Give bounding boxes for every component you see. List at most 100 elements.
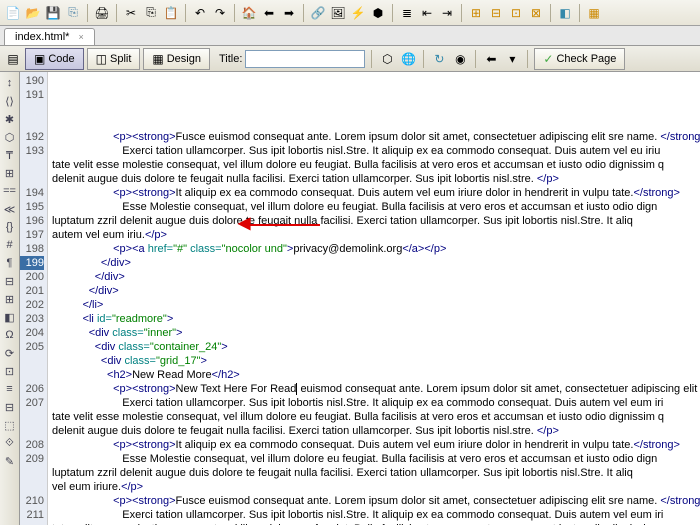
code-line[interactable]: <div class="inner"> <box>52 326 700 340</box>
main-area: ↕ ⟨⟩ ✱ ⬡ ₸ ⊞ == ≪ {} # ¶ ⊟ ⊞ ◧ Ω ⟳ ⊡ ≡ ⊟ ⬚ ⟐ ✎ 19019119219319… <box>0 72 700 525</box>
save-icon[interactable]: 💾 <box>44 4 62 22</box>
code-area[interactable]: ◀ <p><strong>Fusce euismod consequat ant… <box>48 72 700 525</box>
open-icon[interactable]: 📂 <box>24 4 42 22</box>
vtool-btn-20[interactable]: ⟐ <box>2 435 18 451</box>
code-line[interactable]: <p><strong>Fusce euismod consequat ante.… <box>52 494 700 508</box>
vtool-btn-6[interactable]: == <box>2 183 18 199</box>
code-line[interactable]: <p><strong>Fusce euismod consequat ante.… <box>52 130 700 144</box>
code-line[interactable]: delenit augue duis dolore te feugait nul… <box>52 172 700 186</box>
vtool-btn-0[interactable]: ↕ <box>2 75 18 91</box>
tab-label: index.html* <box>15 31 69 43</box>
vtool-btn-9[interactable]: # <box>2 237 18 253</box>
code-line[interactable]: <li id="readmore"> <box>52 312 700 326</box>
code-line[interactable]: luptatum zzril delenit augue duis dolore… <box>52 466 700 480</box>
code-line[interactable]: tate velit esse molestie consequat, vel … <box>52 410 700 424</box>
code-line[interactable]: <p><a href="#" class="nocolor und">priva… <box>52 242 700 256</box>
code-line[interactable]: Esse Molestie consequat, vel illum dolor… <box>52 200 700 214</box>
print-icon[interactable]: 🖨 <box>93 4 111 22</box>
vtool-btn-10[interactable]: ¶ <box>2 255 18 271</box>
img-icon[interactable]: 🖼 <box>329 4 347 22</box>
code-line[interactable]: autem vel eum iriu.</p> <box>52 228 700 242</box>
saveall-icon[interactable]: ⎘ <box>64 4 82 22</box>
css-icon[interactable]: ⬢ <box>369 4 387 22</box>
back-icon[interactable]: ⬅ <box>260 4 278 22</box>
paste-icon[interactable]: 📋 <box>162 4 180 22</box>
undo-icon[interactable]: ↶ <box>191 4 209 22</box>
code-line[interactable]: </li> <box>52 298 700 312</box>
code-line[interactable]: vel eum iriure.</p> <box>52 480 700 494</box>
tbl2-icon[interactable]: ⊟ <box>487 4 505 22</box>
globe-icon[interactable]: 🌐 <box>399 50 417 68</box>
vtool-btn-18[interactable]: ⊟ <box>2 399 18 415</box>
vtool-btn-14[interactable]: Ω <box>2 327 18 343</box>
vtool-btn-3[interactable]: ⬡ <box>2 129 18 145</box>
vtool-btn-2[interactable]: ✱ <box>2 111 18 127</box>
tbl4-icon[interactable]: ⊠ <box>527 4 545 22</box>
cssdoc-icon[interactable]: ⬡ <box>378 50 396 68</box>
fwd-icon[interactable]: ➡ <box>280 4 298 22</box>
close-icon[interactable]: × <box>78 32 83 42</box>
vtool-btn-7[interactable]: ≪ <box>2 201 18 217</box>
code-line[interactable]: </div> <box>52 256 700 270</box>
code-line[interactable]: Exerci tation ullamcorper. Sus ipit lobo… <box>52 508 700 522</box>
view-icon[interactable]: ◉ <box>451 50 469 68</box>
file-icon[interactable]: ▤ <box>4 50 22 68</box>
design-view-button[interactable]: ▦Design <box>143 48 210 70</box>
vtool-btn-15[interactable]: ⟳ <box>2 345 18 361</box>
code-line[interactable]: Exerci tation ullamcorper. Sus ipit lobo… <box>52 144 700 158</box>
separator <box>303 4 304 22</box>
code-line[interactable]: <h2>New Read More</h2> <box>52 368 700 382</box>
home-icon[interactable]: 🏠 <box>240 4 258 22</box>
title-input[interactable] <box>245 50 365 68</box>
code-line[interactable]: tate velit esse molestie consequat, vel … <box>52 158 700 172</box>
link-icon[interactable]: 🔗 <box>309 4 327 22</box>
file-tabbar: index.html* × <box>0 26 700 46</box>
cut-icon[interactable]: ✂ <box>122 4 140 22</box>
separator <box>371 50 372 68</box>
code-line[interactable]: <p><strong>It aliquip ex ea commodo cons… <box>52 438 700 452</box>
nav-icon[interactable]: ⬅ <box>482 50 500 68</box>
outdent-icon[interactable]: ⇤ <box>418 4 436 22</box>
code-line[interactable]: </div> <box>52 284 700 298</box>
code-line[interactable]: <div class="container_24"> <box>52 340 700 354</box>
tab-index-html[interactable]: index.html* × <box>4 28 95 45</box>
code-view-button[interactable]: ▣Code <box>25 48 84 70</box>
vtool-btn-17[interactable]: ≡ <box>2 381 18 397</box>
separator <box>392 4 393 22</box>
code-line[interactable]: delenit augue duis dolore te feugait nul… <box>52 424 700 438</box>
code-line[interactable]: <div class="grid_17"> <box>52 354 700 368</box>
code-line[interactable]: </div> <box>52 270 700 284</box>
list-icon[interactable]: ≣ <box>398 4 416 22</box>
css2-icon[interactable]: ◧ <box>556 4 574 22</box>
code-editor[interactable]: 1901911921931941951961971981992002012022… <box>20 72 700 525</box>
tbl3-icon[interactable]: ⊡ <box>507 4 525 22</box>
vtool-btn-19[interactable]: ⬚ <box>2 417 18 433</box>
check-page-button[interactable]: ✓Check Page <box>534 48 625 70</box>
split-view-button[interactable]: ◫Split <box>87 48 141 70</box>
separator <box>116 4 117 22</box>
refresh-icon[interactable]: ↻ <box>430 50 448 68</box>
vtool-btn-11[interactable]: ⊟ <box>2 273 18 289</box>
tbl-icon[interactable]: ⊞ <box>467 4 485 22</box>
code-line[interactable]: Esse Molestie consequat, vel illum dolor… <box>52 452 700 466</box>
vtool-btn-21[interactable]: ✎ <box>2 453 18 469</box>
new-icon[interactable]: 📄 <box>4 4 22 22</box>
code-line[interactable]: <p><strong>It aliquip ex ea commodo cons… <box>52 186 700 200</box>
vtool-btn-4[interactable]: ₸ <box>2 147 18 163</box>
vtool-btn-12[interactable]: ⊞ <box>2 291 18 307</box>
grid-icon[interactable]: ▦ <box>585 4 603 22</box>
flash-icon[interactable]: ⚡ <box>349 4 367 22</box>
code-line[interactable]: luptatum zzril delenit augue duis dolore… <box>52 214 700 228</box>
code-line[interactable]: Exerci tation ullamcorper. Sus ipit lobo… <box>52 396 700 410</box>
separator <box>87 4 88 22</box>
redo-icon[interactable]: ↷ <box>211 4 229 22</box>
vtool-btn-8[interactable]: {} <box>2 219 18 235</box>
vtool-btn-1[interactable]: ⟨⟩ <box>2 93 18 109</box>
opts-icon[interactable]: ▾ <box>503 50 521 68</box>
vtool-btn-16[interactable]: ⊡ <box>2 363 18 379</box>
indent-icon[interactable]: ⇥ <box>438 4 456 22</box>
copy-icon[interactable]: ⎘ <box>142 4 160 22</box>
vtool-btn-13[interactable]: ◧ <box>2 309 18 325</box>
code-line[interactable]: <p><strong>New Text Here For Read euismo… <box>52 382 700 396</box>
vtool-btn-5[interactable]: ⊞ <box>2 165 18 181</box>
